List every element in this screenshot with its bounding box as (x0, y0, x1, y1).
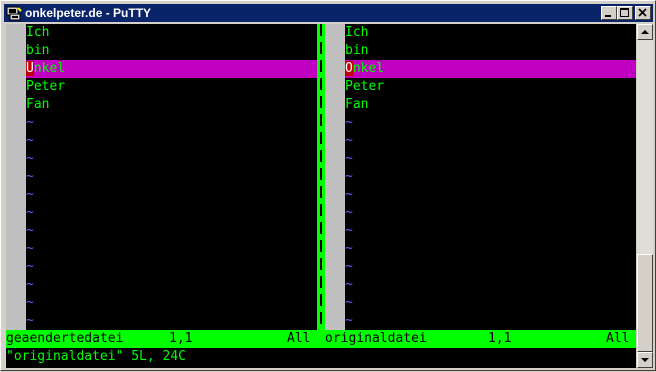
right-line-2: bin (345, 43, 369, 58)
command-line[interactable]: "originaldatei" 5L, 24C (6, 348, 636, 368)
left-tilde: ~ (26, 187, 34, 202)
right-tilde: ~ (345, 259, 353, 274)
right-tilde: ~ (345, 169, 353, 184)
close-icon (638, 8, 647, 17)
left-status-filename: geaendertedatei (6, 331, 124, 346)
right-tilde: ~ (345, 241, 353, 256)
scroll-up-button[interactable] (637, 24, 653, 40)
left-tilde: ~ (26, 115, 34, 130)
left-tilde: ~ (26, 133, 34, 148)
minimize-icon (605, 15, 611, 17)
left-line-5: Fan (26, 97, 50, 112)
right-tilde: ~ (345, 115, 353, 130)
right-status-position: 1,1 (488, 331, 512, 346)
left-status-all: All (287, 331, 311, 346)
scroll-down-button[interactable] (637, 352, 653, 368)
arrow-down-icon (641, 358, 649, 362)
right-status-filename: originaldatei (325, 331, 427, 346)
right-status-all: All (606, 331, 630, 346)
left-tilde: ~ (26, 151, 34, 166)
vertical-split-separator[interactable] (317, 24, 325, 330)
status-line: geaendertedatei 1,1 All originaldatei 1,… (6, 330, 636, 348)
right-tilde: ~ (345, 187, 353, 202)
left-tilde: ~ (26, 241, 34, 256)
left-line-3-changed: Unkel (26, 60, 317, 78)
left-fold-column (6, 24, 26, 330)
left-line-4: Peter (26, 79, 66, 94)
right-tilde: ~ (345, 277, 353, 292)
left-status-position: 1,1 (169, 331, 193, 346)
right-line-3-changed: Onkel (345, 60, 636, 78)
maximize-icon (620, 8, 629, 17)
right-line-1: Ich (345, 25, 369, 40)
putty-icon[interactable] (6, 5, 22, 21)
right-line-4: Peter (345, 79, 385, 94)
terminal-area[interactable]: Ich bin Unkel Peter Fan ~ ~ ~ ~ ~ ~ ~ ~ … (6, 24, 636, 368)
scrollbar-thumb[interactable] (637, 254, 653, 352)
left-diff-pane[interactable]: Ich bin Unkel Peter Fan ~ ~ ~ ~ ~ ~ ~ ~ … (26, 24, 317, 330)
left-line-1: Ich (26, 25, 50, 40)
right-line-5: Fan (345, 97, 369, 112)
window-title: onkelpeter.de - PuTTY (25, 6, 152, 20)
title-bar[interactable]: onkelpeter.de - PuTTY (4, 4, 653, 22)
left-line-2: bin (26, 43, 50, 58)
right-tilde: ~ (345, 205, 353, 220)
left-tilde: ~ (26, 169, 34, 184)
close-button[interactable] (635, 6, 651, 20)
right-fold-column (325, 24, 345, 330)
minimize-button[interactable] (601, 6, 617, 20)
left-tilde: ~ (26, 313, 34, 328)
left-tilde: ~ (26, 277, 34, 292)
putty-window: onkelpeter.de - PuTTY Ich bin Unkel Pete… (0, 0, 656, 371)
left-tilde: ~ (26, 259, 34, 274)
right-tilde: ~ (345, 313, 353, 328)
arrow-up-icon (641, 30, 649, 34)
right-diff-pane[interactable]: Ich bin Onkel Peter Fan ~ ~ ~ ~ ~ ~ ~ ~ … (345, 24, 636, 330)
left-tilde: ~ (26, 223, 34, 238)
right-tilde: ~ (345, 295, 353, 310)
left-tilde: ~ (26, 295, 34, 310)
right-tilde: ~ (345, 223, 353, 238)
maximize-button[interactable] (617, 6, 633, 20)
right-tilde: ~ (345, 151, 353, 166)
vertical-scrollbar[interactable] (637, 24, 653, 368)
left-tilde: ~ (26, 205, 34, 220)
right-tilde: ~ (345, 133, 353, 148)
